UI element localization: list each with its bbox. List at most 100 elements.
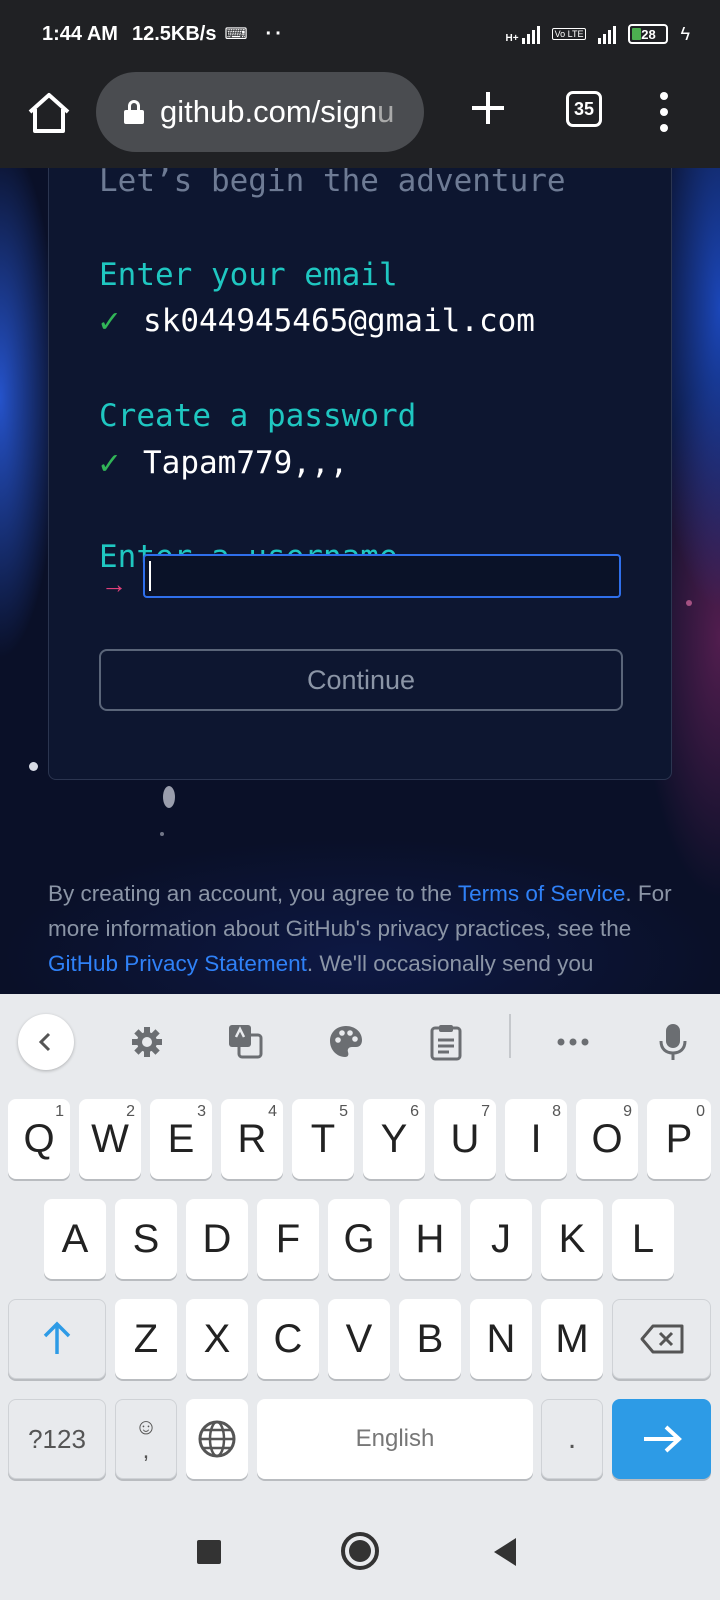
email-notice-text: . We'll occasionally send you [306,951,594,976]
key-c[interactable]: C [257,1299,319,1379]
system-navigation-bar [0,1504,720,1600]
signal-icon [598,24,617,44]
browser-menu-button[interactable] [650,92,678,132]
soft-keyboard: Q1 W2 E3 R4 T5 Y6 U7 I8 O9 P0 A S D F G … [0,994,720,1504]
terms-text: By creating an account, you agree to the [48,881,458,906]
key-i[interactable]: I8 [505,1099,567,1179]
emoji-icon: ☺ [134,1414,158,1439]
star-decoration [686,600,692,606]
recent-apps-button[interactable] [197,1540,221,1564]
network-speed: 12.5KB/s [131,22,217,45]
key-r[interactable]: R4 [221,1099,283,1179]
key-y[interactable]: Y6 [363,1099,425,1179]
translate-button[interactable] [218,1014,274,1070]
password-row: ✓ Tapam779,,, [99,443,348,483]
privacy-statement-link[interactable]: GitHub Privacy Statement [48,951,307,976]
continue-button[interactable]: Continue [99,649,623,711]
star-decoration [160,832,164,836]
home-nav-button[interactable] [341,1532,379,1570]
keyboard-icon: ⌨ [224,26,248,43]
clipboard-icon [430,1025,462,1061]
shift-arrow-icon [43,1321,71,1354]
key-f[interactable]: F [257,1199,319,1279]
globe-icon [198,1420,236,1458]
more-horizontal-icon [557,1038,589,1046]
email-value: sk044945465@gmail.com [143,303,535,339]
key-x[interactable]: X [186,1299,248,1379]
key-p[interactable]: P0 [647,1099,711,1179]
key-o[interactable]: O9 [576,1099,638,1179]
key-m[interactable]: M [541,1299,603,1379]
back-button[interactable] [494,1538,516,1566]
signal-hplus-icon: H+ [506,24,540,44]
chevron-left-icon [38,1032,51,1052]
check-icon: ✓ [99,443,120,483]
password-value: Tapam779,,, [143,445,349,481]
palette-icon [330,1026,362,1057]
tab-switcher-button[interactable]: 35 [566,91,602,127]
collapse-toolbar-button[interactable] [18,1014,74,1070]
enter-key[interactable] [612,1399,711,1479]
backspace-key[interactable] [612,1299,711,1379]
key-n[interactable]: N [470,1299,532,1379]
period-key[interactable]: . [541,1399,603,1479]
signup-card: Let’s begin the adventure Enter your ema… [48,168,672,780]
star-decoration [29,762,38,771]
key-g[interactable]: G [328,1199,390,1279]
language-key[interactable] [186,1399,248,1479]
settings-button[interactable] [119,1014,175,1070]
terms-of-service-link[interactable]: Terms of Service [458,881,626,906]
password-label: Create a password [99,398,417,434]
translate-icon [229,1025,263,1059]
key-q[interactable]: Q1 [8,1099,70,1179]
github-signup-page: Let’s begin the adventure Enter your ema… [0,168,720,994]
backspace-icon [640,1324,683,1354]
symbols-key[interactable]: ?123 [8,1399,106,1479]
key-h[interactable]: H [399,1199,461,1279]
star-decoration [163,786,175,808]
browser-toolbar: github.com/signu 35 [0,68,720,168]
shift-key[interactable] [8,1299,106,1379]
key-b[interactable]: B [399,1299,461,1379]
lock-icon [124,100,144,124]
home-icon [28,93,70,133]
url-text: github.com/signu [160,94,395,129]
home-button[interactable] [26,90,72,136]
clipboard-button[interactable] [418,1014,474,1070]
arrow-right-icon: → [101,569,127,599]
emoji-comma-key[interactable]: ☺ , [115,1399,177,1479]
key-j[interactable]: J [470,1199,532,1279]
text-cursor [149,561,151,591]
status-bar: 1:44 AM 12.5KB/s ⌨ ·· H+ Vo LTE 28 ϟ [0,0,720,68]
check-icon: ✓ [99,301,120,341]
signup-subtitle: Let’s begin the adventure [99,168,566,199]
plus-icon [472,92,504,124]
key-v[interactable]: V [328,1299,390,1379]
key-t[interactable]: T5 [292,1099,354,1179]
more-notifications-icon: ·· [265,22,285,45]
key-d[interactable]: D [186,1199,248,1279]
more-options-button[interactable] [545,1014,601,1070]
address-bar[interactable]: github.com/signu [96,72,424,152]
key-z[interactable]: Z [115,1299,177,1379]
key-k[interactable]: K [541,1199,603,1279]
terms-notice: By creating an account, you agree to the… [48,876,678,981]
key-w[interactable]: W2 [79,1099,141,1179]
email-row: ✓ sk044945465@gmail.com [99,301,535,341]
email-label: Enter your email [99,257,398,293]
key-a[interactable]: A [44,1199,106,1279]
gear-icon [132,1027,162,1057]
username-input[interactable] [143,554,621,598]
microphone-icon [659,1024,687,1060]
theme-button[interactable] [318,1014,374,1070]
battery-icon: 28 [628,24,669,44]
key-s[interactable]: S [115,1199,177,1279]
key-u[interactable]: U7 [434,1099,496,1179]
space-key[interactable]: English [257,1399,533,1479]
voice-input-button[interactable] [645,1014,701,1070]
key-l[interactable]: L [612,1199,674,1279]
volte-icon: Vo LTE [551,28,587,40]
key-e[interactable]: E3 [150,1099,212,1179]
toolbar-divider [509,1014,511,1058]
new-tab-button[interactable] [468,88,508,128]
